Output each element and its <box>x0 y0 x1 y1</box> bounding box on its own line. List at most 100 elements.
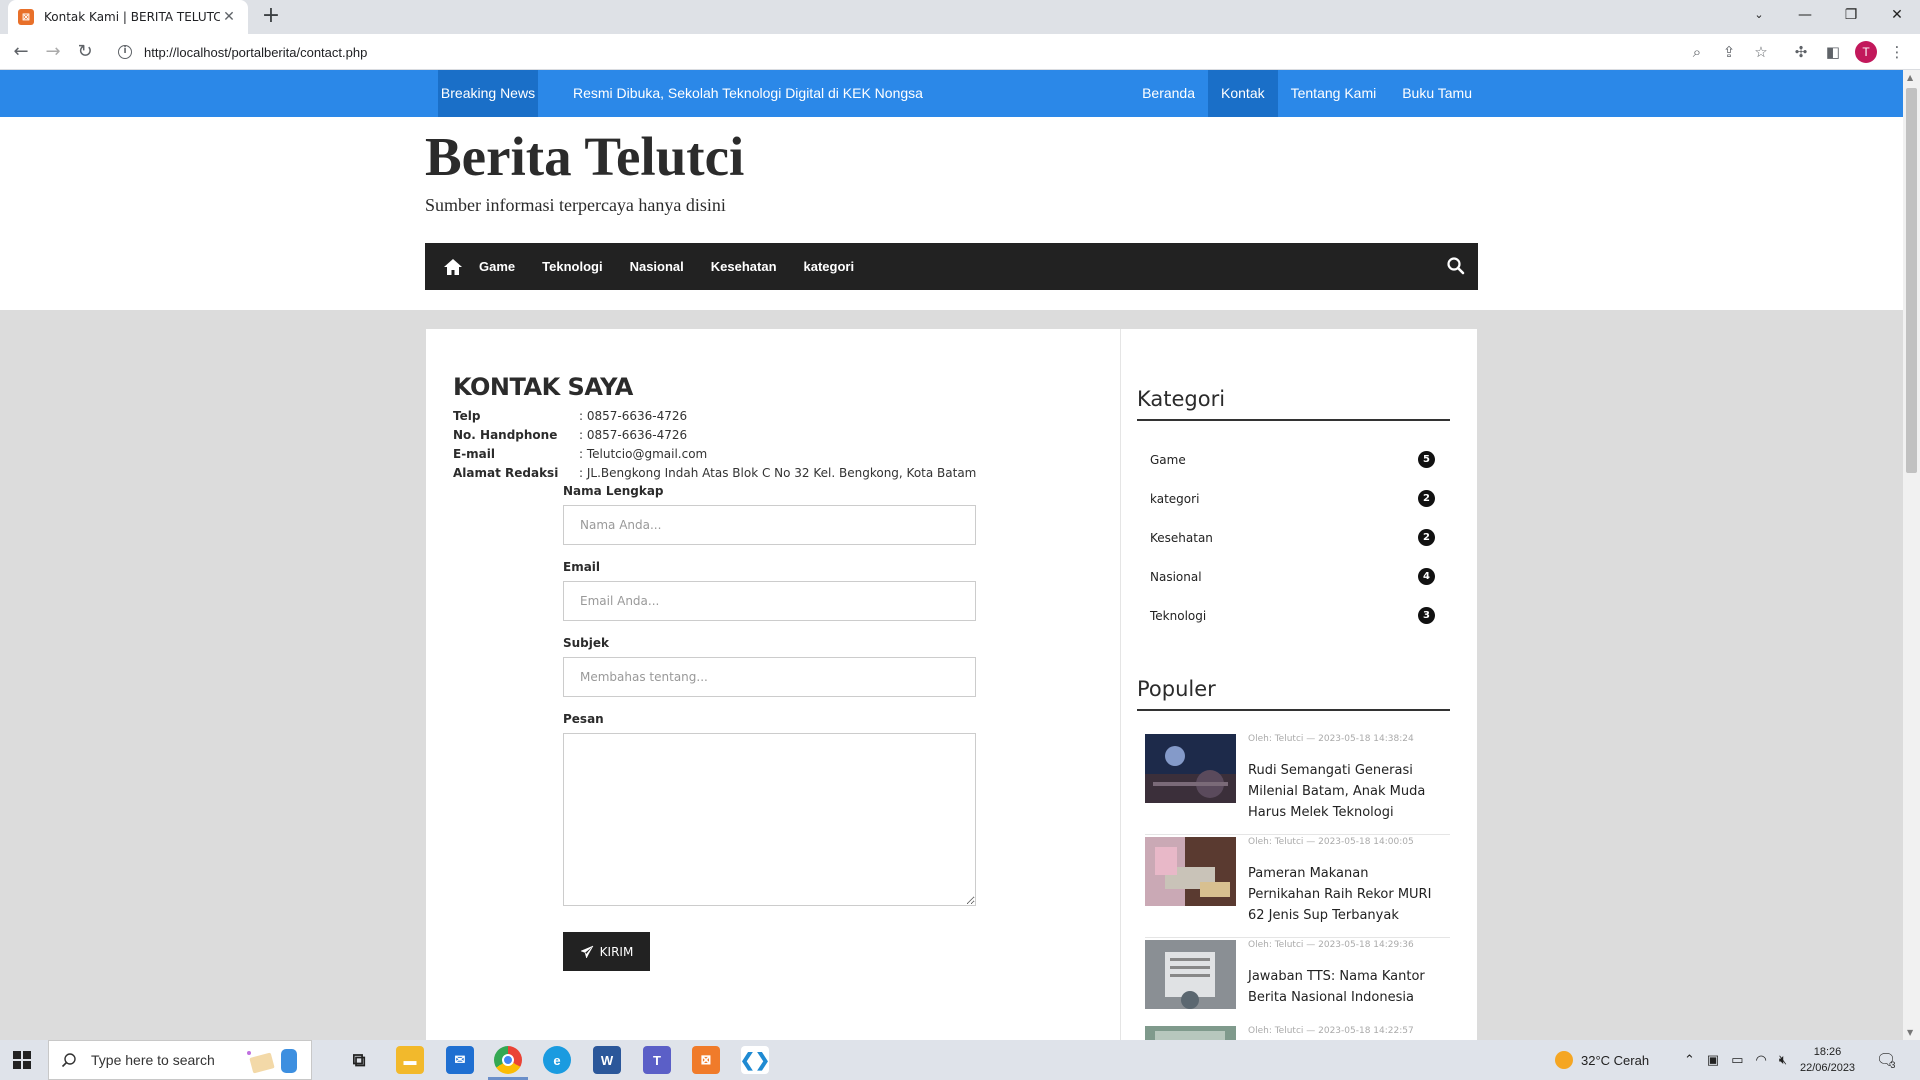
content-card: KONTAK SAYA Telp : 0857-6636-4726 No. Ha… <box>426 329 1477 1040</box>
search-highlight-icon <box>247 1049 297 1074</box>
home-icon[interactable] <box>443 257 463 277</box>
forward-icon[interactable]: → <box>40 39 66 65</box>
kategori-title: Kategori <box>1137 387 1450 421</box>
edge-icon[interactable]: e <box>543 1046 571 1074</box>
info-row-telp: Telp : 0857-6636-4726 <box>453 409 687 423</box>
browser-tab[interactable]: ⊠ Kontak Kami | BERITA TELUTCI ✕ <box>8 0 248 34</box>
meet-now-icon[interactable]: ▣ <box>1707 1052 1719 1068</box>
close-window-button[interactable]: ✕ <box>1874 0 1920 30</box>
tab-title: Kontak Kami | BERITA TELUTCI <box>44 10 220 24</box>
info-row-handphone: No. Handphone : 0857-6636-4726 <box>453 428 687 442</box>
minimize-button[interactable]: — <box>1782 0 1828 30</box>
info-icon[interactable]: i <box>118 45 132 59</box>
category-item[interactable]: Nasional 4 <box>1150 568 1435 585</box>
nav-game[interactable]: Game <box>479 259 515 274</box>
windows-taskbar: Type here to search ⧉ ▬ ✉ e W T ⊠ ❮❯ 32°… <box>0 1040 1920 1080</box>
tab-search-icon[interactable]: ⌄ <box>1736 0 1782 30</box>
news-ticker[interactable]: Resmi Dibuka, Sekolah Teknologi Digital … <box>573 70 923 117</box>
tab-strip: ⊠ Kontak Kami | BERITA TELUTCI ✕ + ⌄ — ❐… <box>0 0 1920 34</box>
teams-icon[interactable]: T <box>643 1046 671 1074</box>
volume-muted-icon[interactable]: 🔇︎ <box>1779 1052 1787 1068</box>
post-title[interactable]: Pameran Makanan Pernikahan Raih Rekor MU… <box>1248 863 1443 926</box>
info-label: Telp <box>453 409 481 423</box>
bookmark-star-icon[interactable]: ☆ <box>1750 41 1772 63</box>
category-name: Kesehatan <box>1150 530 1213 545</box>
category-item[interactable]: Teknologi 3 <box>1150 607 1435 624</box>
scroll-up-arrow-icon[interactable]: ▲ <box>1907 73 1913 82</box>
post-title[interactable]: Jawaban TTS: Nama Kantor Berita Nasional… <box>1248 966 1443 1008</box>
category-count-badge: 4 <box>1418 568 1435 585</box>
back-icon[interactable]: ← <box>8 39 34 65</box>
post-title[interactable]: Rudi Semangati Generasi Milenial Batam, … <box>1248 760 1443 823</box>
taskbar-clock[interactable]: 18:26 22/06/2023 <box>1800 1044 1855 1076</box>
wifi-icon[interactable]: ◠ <box>1756 1052 1767 1068</box>
topnav-tentang-kami[interactable]: Tentang Kami <box>1278 70 1390 117</box>
post-thumbnail[interactable] <box>1145 837 1236 906</box>
notification-center[interactable]: 🗨︎ 3 <box>1876 1040 1896 1080</box>
address-bar[interactable]: i http://localhost/portalberita/contact.… <box>110 38 1710 66</box>
xampp-icon[interactable]: ⊠ <box>692 1046 720 1074</box>
share-icon[interactable]: ⇪ <box>1718 41 1740 63</box>
site-header: Berita Telutci Sumber informasi terperca… <box>0 117 1903 310</box>
system-tray: ⌃ ▣ ▭ ◠ 🔇︎ <box>1684 1040 1787 1080</box>
post-thumbnail[interactable] <box>1145 940 1236 1009</box>
profile-avatar[interactable]: T <box>1855 41 1877 63</box>
vscode-icon[interactable]: ❮❯ <box>740 1046 770 1074</box>
extensions-icon[interactable]: ✣ <box>1790 41 1812 63</box>
post-meta: Oleh: Telutci — 2023-05-18 14:38:24 <box>1248 734 1414 744</box>
category-name: Game <box>1150 452 1186 467</box>
message-textarea[interactable] <box>563 733 976 906</box>
post-thumbnail[interactable] <box>1145 1026 1236 1040</box>
post-meta: Oleh: Telutci — 2023-05-18 14:22:57 <box>1248 1026 1414 1036</box>
popular-post[interactable]: Oleh: Telutci — 2023-05-18 14:22:57 <box>1145 1026 1450 1040</box>
topnav-beranda[interactable]: Beranda <box>1129 70 1208 117</box>
battery-icon[interactable]: ▭ <box>1731 1052 1743 1068</box>
close-tab-icon[interactable]: ✕ <box>220 9 238 25</box>
info-value: : 0857-6636-4726 <box>579 409 688 423</box>
category-item[interactable]: kategori 2 <box>1150 490 1435 507</box>
category-count-badge: 3 <box>1418 607 1435 624</box>
scroll-thumb[interactable] <box>1906 88 1917 473</box>
post-thumbnail[interactable] <box>1145 734 1236 803</box>
weather-widget[interactable]: 32°C Cerah <box>1555 1040 1649 1080</box>
nav-kesehatan[interactable]: Kesehatan <box>711 259 777 274</box>
info-label: No. Handphone <box>453 428 558 442</box>
send-button[interactable]: KIRIM <box>563 932 650 971</box>
info-value: : 0857-6636-4726 <box>579 428 688 442</box>
windows-start-icon[interactable] <box>13 1051 31 1069</box>
nav-teknologi[interactable]: Teknologi <box>542 259 602 274</box>
scroll-down-arrow-icon[interactable]: ▼ <box>1907 1028 1913 1037</box>
popular-post[interactable]: Oleh: Telutci — 2023-05-18 14:29:36 Jawa… <box>1145 940 1450 1040</box>
reload-icon[interactable]: ↻ <box>72 39 98 65</box>
search-icon[interactable] <box>1446 256 1466 276</box>
nav-nasional[interactable]: Nasional <box>630 259 684 274</box>
page-scrollbar[interactable]: ▲ ▼ <box>1903 70 1920 1040</box>
weather-text: 32°C Cerah <box>1581 1052 1650 1068</box>
post-meta: Oleh: Telutci — 2023-05-18 14:29:36 <box>1248 940 1414 950</box>
site-title[interactable]: Berita Telutci <box>425 125 744 188</box>
info-row-email: E-mail : Telutcio@gmail.com <box>453 447 707 461</box>
subject-input[interactable] <box>563 657 976 697</box>
show-hidden-icons-icon[interactable]: ⌃ <box>1684 1052 1695 1068</box>
taskbar-search[interactable]: Type here to search <box>48 1040 312 1080</box>
task-view-icon[interactable]: ⧉ <box>345 1046 373 1074</box>
word-icon[interactable]: W <box>593 1046 621 1074</box>
name-input[interactable] <box>563 505 976 545</box>
category-item[interactable]: Kesehatan 2 <box>1150 529 1435 546</box>
popular-post[interactable]: Oleh: Telutci — 2023-05-18 14:38:24 Rudi… <box>1145 734 1450 835</box>
popular-post[interactable]: Oleh: Telutci — 2023-05-18 14:00:05 Pame… <box>1145 837 1450 938</box>
side-panel-icon[interactable]: ◧ <box>1822 41 1844 63</box>
chrome-icon[interactable] <box>494 1046 522 1074</box>
zoom-icon[interactable]: ⌕ <box>1686 41 1708 63</box>
email-input[interactable] <box>563 581 976 621</box>
topnav-buku-tamu[interactable]: Buku Tamu <box>1389 70 1485 117</box>
category-count-badge: 5 <box>1418 451 1435 468</box>
restore-button[interactable]: ❐ <box>1828 0 1874 30</box>
mail-icon[interactable]: ✉ <box>446 1046 474 1074</box>
file-explorer-icon[interactable]: ▬ <box>396 1046 424 1074</box>
topnav-kontak[interactable]: Kontak <box>1208 70 1278 117</box>
menu-icon[interactable]: ⋮ <box>1886 41 1908 63</box>
new-tab-button[interactable]: + <box>258 4 284 30</box>
nav-kategori[interactable]: kategori <box>804 259 855 274</box>
category-item[interactable]: Game 5 <box>1150 451 1435 468</box>
